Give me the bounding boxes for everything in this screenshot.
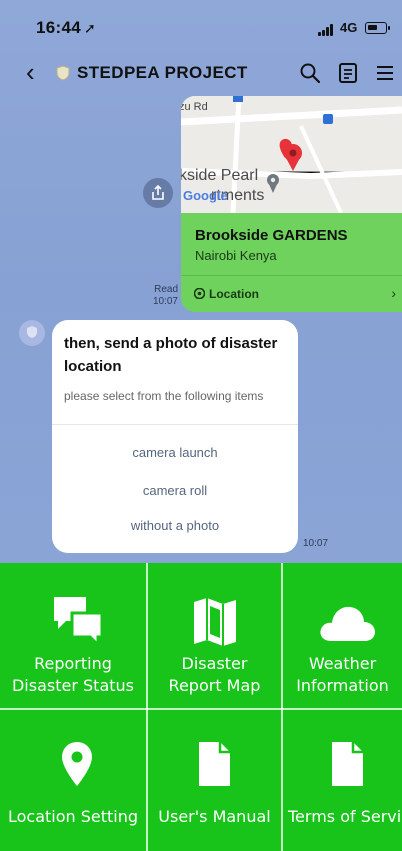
battery-icon [365, 22, 390, 34]
search-icon[interactable] [299, 62, 321, 84]
menu-label: Terms of Servic [288, 807, 402, 826]
screen: 16:44 ➚ 4G ‹ STEDPEA PROJECT Read 10:07 … [0, 0, 402, 851]
notes-icon[interactable] [337, 62, 359, 84]
chat-bubbles-icon [54, 597, 104, 649]
chat-title: STEDPEA PROJECT [56, 63, 248, 83]
menu-label: Weather Information [296, 654, 389, 695]
message-subtitle: please select from the following items [64, 389, 264, 403]
shield-icon [56, 65, 70, 81]
transit-icon [323, 114, 333, 124]
menu-label: Reporting Disaster Status [11, 654, 134, 695]
chat-header: ‹ STEDPEA PROJECT [0, 56, 402, 94]
menu-weather-information[interactable]: Weather Information [283, 563, 402, 708]
read-receipt: Read 10:07 [140, 284, 178, 308]
document-icon [199, 742, 230, 786]
location-pin-icon [62, 742, 92, 786]
read-status: Read [154, 284, 178, 295]
menu-users-manual[interactable]: User's Manual [148, 710, 281, 851]
divider [52, 424, 298, 425]
location-link[interactable]: Location › [181, 275, 402, 312]
menu-disaster-report-map[interactable]: Disaster Report Map [148, 563, 281, 708]
share-icon[interactable] [143, 178, 173, 208]
menu-label: Location Setting [7, 807, 139, 826]
road-label: zu Rd [181, 101, 208, 113]
option-camera-launch[interactable]: camera launch [52, 445, 298, 460]
place-label-1: kside Pearl [181, 167, 258, 184]
message-bubble: then, send a photo of disaster location … [52, 320, 298, 553]
status-time: 16:44 ➚ [36, 18, 97, 37]
network-type: 4G [340, 20, 358, 35]
back-button[interactable]: ‹ [26, 58, 35, 86]
location-info[interactable]: Brookside GARDENS Nairobi Kenya Location… [181, 213, 402, 312]
chevron-right-icon: › [391, 285, 396, 301]
status-bar: 16:44 ➚ 4G [0, 0, 402, 56]
cloud-icon [320, 606, 375, 641]
message-title: then, send a photo of disaster location [64, 335, 278, 375]
location-pin-icon [194, 288, 205, 299]
location-card[interactable]: zu Rd kside Pearl rtments Google Brooksi… [181, 96, 402, 312]
shield-icon [27, 326, 37, 338]
menu-icon[interactable] [374, 62, 396, 84]
read-time: 10:07 [152, 296, 178, 307]
rich-menu: Reporting Disaster Status Disaster Report … [0, 563, 402, 851]
google-logo: Google [183, 188, 228, 203]
document-icon [332, 742, 363, 786]
signal-icon [318, 24, 338, 36]
location-label: Location [209, 287, 259, 301]
option-without-photo[interactable]: without a photo [52, 518, 298, 533]
menu-location-setting[interactable]: Location Setting [0, 710, 146, 851]
menu-reporting-disaster-status[interactable]: Reporting Disaster Status [0, 563, 146, 708]
menu-label: User's Manual [158, 807, 271, 826]
menu-terms-of-service[interactable]: Terms of Servic [283, 710, 402, 851]
map-preview[interactable]: zu Rd kside Pearl rtments Google [181, 96, 402, 213]
place-subtitle: Nairobi Kenya [195, 248, 277, 263]
message-time: 10:07 [303, 538, 329, 549]
avatar[interactable] [19, 320, 45, 346]
option-camera-roll[interactable]: camera roll [52, 483, 298, 498]
place-name: Brookside GARDENS [195, 227, 348, 244]
location-arrow-icon: ➚ [83, 20, 97, 36]
menu-label: Disaster Report Map [168, 654, 261, 695]
map-icon [194, 598, 236, 646]
page-title: STEDPEA PROJECT [77, 63, 248, 82]
